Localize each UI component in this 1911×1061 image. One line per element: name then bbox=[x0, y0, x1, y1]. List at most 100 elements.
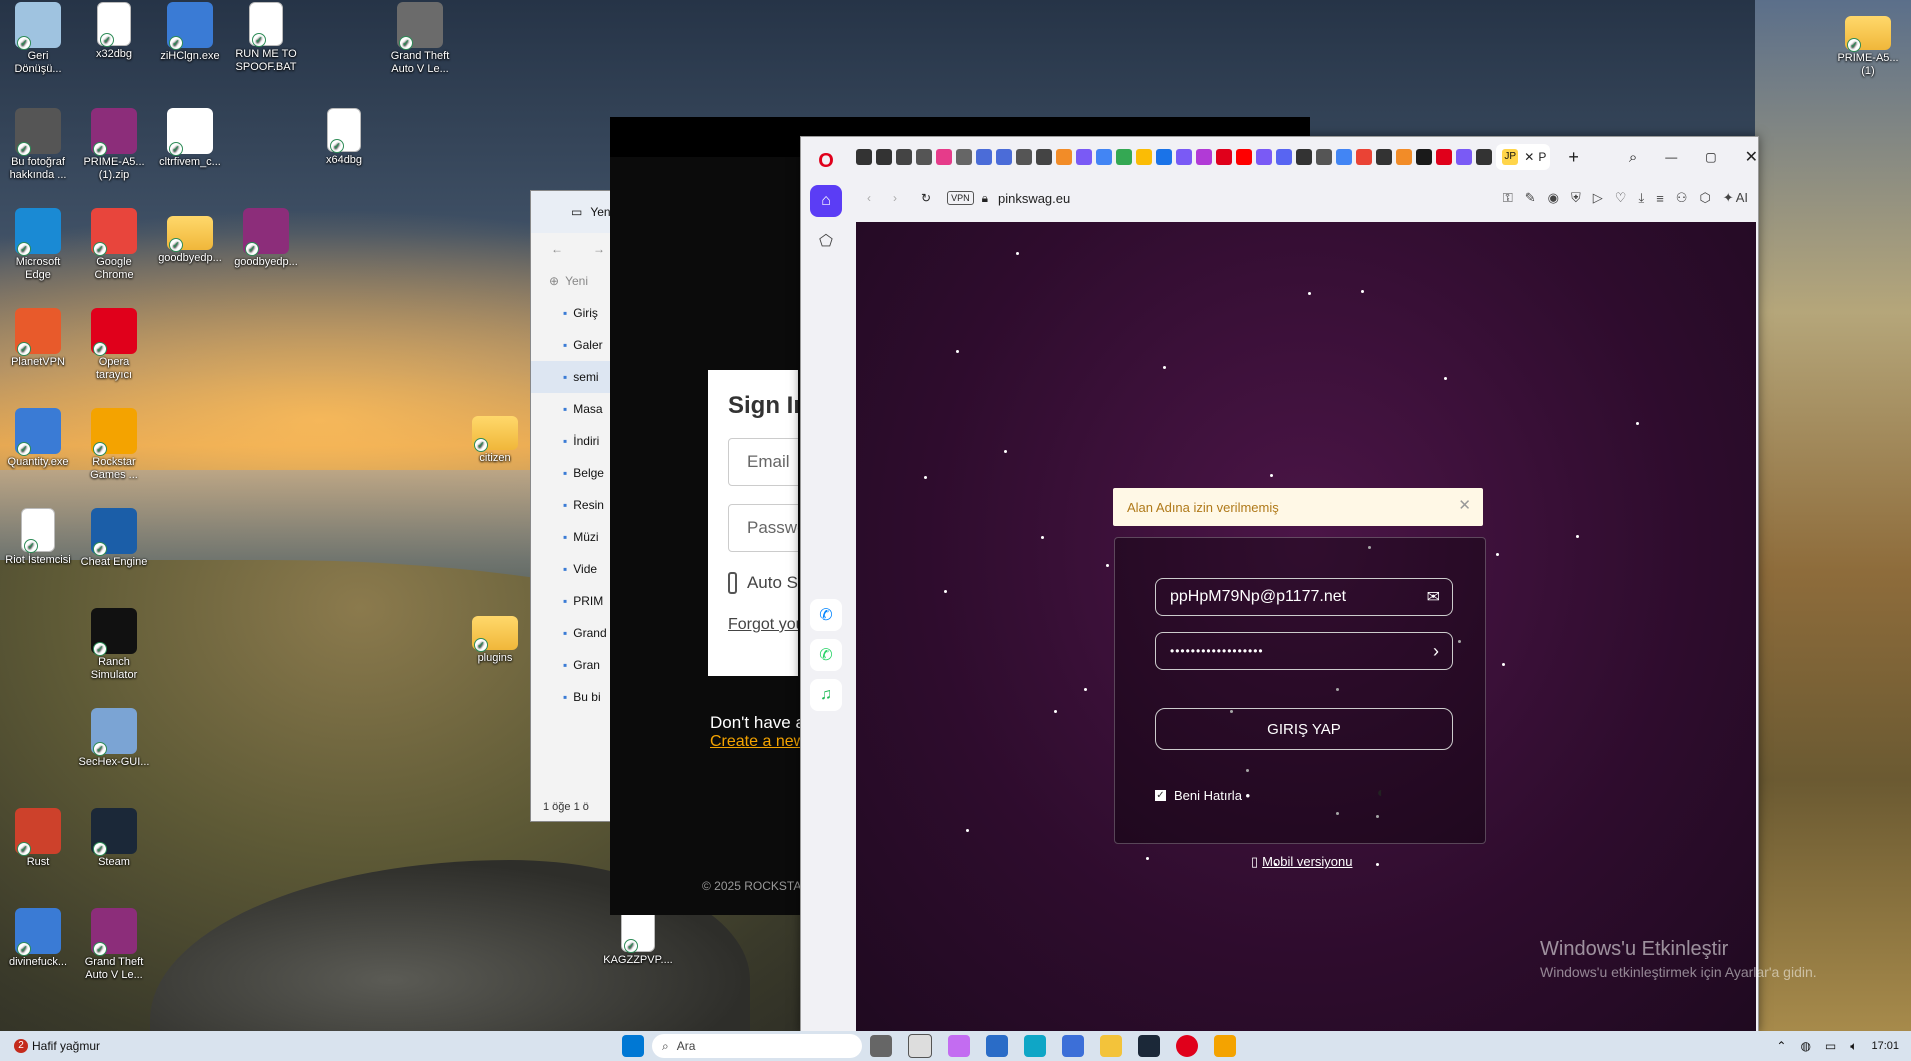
tab-favicon-icon[interactable] bbox=[1216, 149, 1233, 165]
desktop-icon[interactable]: ✓ Quantity.exe bbox=[0, 408, 76, 469]
password-field[interactable]: Passwo bbox=[728, 504, 798, 552]
home-icon[interactable]: ⌂ bbox=[810, 185, 842, 217]
profile-icon[interactable]: ⚇ bbox=[1676, 190, 1688, 206]
close-icon[interactable]: ✕ bbox=[1745, 147, 1758, 167]
desktop-icon[interactable]: ✓ Grand Theft Auto V Le... bbox=[76, 908, 152, 982]
pinboard-icon[interactable]: ⬠ bbox=[810, 225, 842, 257]
tab-favicon-icon[interactable] bbox=[996, 149, 1013, 165]
mobile-version-link[interactable]: ▯ Mobil versiyonu bbox=[1251, 854, 1352, 870]
start-icon[interactable] bbox=[622, 1035, 644, 1057]
desktop-icon[interactable]: ✓ Cheat Engine bbox=[76, 508, 152, 569]
tab-favicon-icon[interactable] bbox=[1136, 149, 1153, 165]
forgot-password-link[interactable]: Forgot you bbox=[728, 616, 798, 634]
edge-taskbar-icon[interactable] bbox=[1024, 1035, 1046, 1057]
desktop-icon[interactable]: ✓ ziHClgn.exe bbox=[152, 2, 228, 63]
desktop-icon[interactable]: ✓ divinefuck... bbox=[0, 908, 76, 969]
rockstar-taskbar-icon[interactable] bbox=[1214, 1035, 1236, 1057]
edit-icon[interactable]: ✎ bbox=[1525, 190, 1536, 206]
desktop-icon[interactable]: ✓ Rust bbox=[0, 808, 76, 869]
tab-favicon-icon[interactable] bbox=[1356, 149, 1373, 165]
tab-favicon-icon[interactable] bbox=[1436, 149, 1453, 165]
ai-button[interactable]: ✦ AI bbox=[1723, 190, 1748, 206]
desktop-icon[interactable]: ✓ cltrfivem_c... bbox=[152, 108, 228, 169]
desktop-icon[interactable]: ✓ Microsoft Edge bbox=[0, 208, 76, 282]
copilot-icon[interactable] bbox=[948, 1035, 970, 1057]
file-explorer-icon[interactable] bbox=[1100, 1035, 1122, 1057]
email-input[interactable]: ppHpM79Np@p1177.net ✉ bbox=[1155, 578, 1453, 616]
desktop-icon[interactable]: ✓ Rockstar Games ... bbox=[76, 408, 152, 482]
password-input[interactable]: •••••••••••••••••• › bbox=[1155, 632, 1453, 670]
display-icon[interactable]: ▭ bbox=[1825, 1039, 1836, 1053]
menu-icon[interactable]: ≡ bbox=[1656, 191, 1664, 206]
tab-favicon-icon[interactable] bbox=[936, 149, 953, 165]
tab-favicon-icon[interactable] bbox=[1296, 149, 1313, 165]
auto-signin-checkbox[interactable]: Auto S bbox=[728, 572, 798, 594]
desktop-icon[interactable]: ✓ x64dbg bbox=[306, 108, 382, 167]
vscode-icon[interactable] bbox=[1062, 1035, 1084, 1057]
tab-favicon-icon[interactable] bbox=[1316, 149, 1333, 165]
login-button[interactable]: GIRIŞ YAP bbox=[1155, 708, 1453, 750]
opera-taskbar-icon[interactable] bbox=[1176, 1035, 1198, 1057]
steam-taskbar-icon[interactable] bbox=[1138, 1035, 1160, 1057]
spotify-icon[interactable]: ♫ bbox=[810, 679, 842, 711]
new-tab-icon[interactable]: + bbox=[1568, 147, 1579, 168]
tab-favicon-icon[interactable] bbox=[876, 149, 893, 165]
url-field[interactable]: pinkswag.eu bbox=[998, 191, 1358, 206]
tab-favicon-icon[interactable] bbox=[1416, 149, 1433, 165]
tab-favicon-icon[interactable] bbox=[1036, 149, 1053, 165]
tab-favicon-icon[interactable] bbox=[1236, 149, 1253, 165]
desktop-icon[interactable]: ✓ Ranch Simulator bbox=[76, 608, 152, 682]
key-icon[interactable]: ⚿ bbox=[1503, 190, 1513, 206]
camera-icon[interactable]: ◉ bbox=[1548, 190, 1559, 206]
forward-icon[interactable]: › bbox=[893, 191, 897, 205]
tab-favicon-icon[interactable] bbox=[1156, 149, 1173, 165]
vpn-badge[interactable]: VPN bbox=[947, 191, 974, 205]
whatsapp-icon[interactable]: ✆ bbox=[810, 639, 842, 671]
desktop-icon[interactable]: ✓ Bu fotoğraf hakkında ... bbox=[0, 108, 76, 182]
back-arrow-icon[interactable]: ← bbox=[551, 242, 563, 256]
tab-favicon-icon[interactable] bbox=[1476, 149, 1493, 165]
minimize-icon[interactable]: — bbox=[1665, 150, 1677, 164]
tab-favicon-icon[interactable] bbox=[856, 149, 873, 165]
tab-favicon-icon[interactable] bbox=[1196, 149, 1213, 165]
desktop-icon[interactable]: ✓ Grand Theft Auto V Le... bbox=[382, 2, 458, 76]
desktop-icon[interactable]: ✓ RUN ME TO SPOOF.BAT bbox=[228, 2, 304, 74]
tab-favicon-icon[interactable] bbox=[976, 149, 993, 165]
play-icon[interactable]: ▷ bbox=[1593, 190, 1603, 206]
desktop-icon[interactable]: ✓ citizen bbox=[457, 408, 533, 465]
desktop-icon[interactable]: ✓ PlanetVPN bbox=[0, 308, 76, 369]
tab-favicon-icon[interactable] bbox=[1096, 149, 1113, 165]
shield-icon[interactable]: ⛨ bbox=[1571, 190, 1581, 206]
widgets-icon[interactable] bbox=[908, 1034, 932, 1058]
desktop-icon[interactable]: ✓ goodbyedp... bbox=[228, 208, 304, 269]
tab-favicon-icon[interactable] bbox=[956, 149, 973, 165]
heart-icon[interactable]: ♡ bbox=[1615, 190, 1627, 206]
chevron-up-icon[interactable]: ⌃ bbox=[1776, 1039, 1786, 1053]
desktop-icon[interactable]: ✓ goodbyedp... bbox=[152, 208, 228, 265]
store-icon[interactable] bbox=[986, 1035, 1008, 1057]
back-icon[interactable]: ‹ bbox=[867, 191, 871, 205]
desktop-icon[interactable]: ✓ x32dbg bbox=[76, 2, 152, 61]
messenger-icon[interactable]: ✆ bbox=[810, 599, 842, 631]
opera-browser-window[interactable]: O ⌂ ⬠ ✆ ✆ ♫ JP ✕ P + ⌕ — ▢ ✕ ‹ › ↻ VPN 🔒… bbox=[800, 136, 1759, 1033]
reload-icon[interactable]: ↻ bbox=[921, 191, 931, 205]
network-icon[interactable]: ◍ bbox=[1800, 1039, 1810, 1053]
tab-favicon-icon[interactable] bbox=[896, 149, 913, 165]
tab-favicon-icon[interactable] bbox=[1276, 149, 1293, 165]
create-account-link[interactable]: Create a new bbox=[710, 733, 805, 751]
remember-me-checkbox[interactable]: ✓ Beni Hatırla • bbox=[1155, 788, 1250, 803]
tab-favicon-icon[interactable] bbox=[1456, 149, 1473, 165]
desktop-icon[interactable]: ✓ PRIME-A5... (1) bbox=[1830, 8, 1906, 78]
desktop-icon[interactable]: ✓ KAGZZPVP.... bbox=[600, 908, 676, 967]
desktop-icon[interactable]: ✓ Geri Dönüşü... bbox=[0, 2, 76, 76]
tab-favicon-icon[interactable] bbox=[1376, 149, 1393, 165]
task-view-icon[interactable] bbox=[870, 1035, 892, 1057]
tab-favicon-icon[interactable] bbox=[1056, 149, 1073, 165]
desktop-icon[interactable]: ✓ plugins bbox=[457, 608, 533, 665]
globe-icon[interactable]: ◐ bbox=[1377, 784, 1385, 800]
close-alert-icon[interactable]: ✕ bbox=[1458, 496, 1471, 514]
desktop-icon[interactable]: ✓ SecHex-GUI... bbox=[76, 708, 152, 769]
desktop-icon[interactable]: ✓ Opera tarayıcı bbox=[76, 308, 152, 382]
tab-favicon-icon[interactable] bbox=[1116, 149, 1133, 165]
email-field[interactable]: Email bbox=[728, 438, 798, 486]
